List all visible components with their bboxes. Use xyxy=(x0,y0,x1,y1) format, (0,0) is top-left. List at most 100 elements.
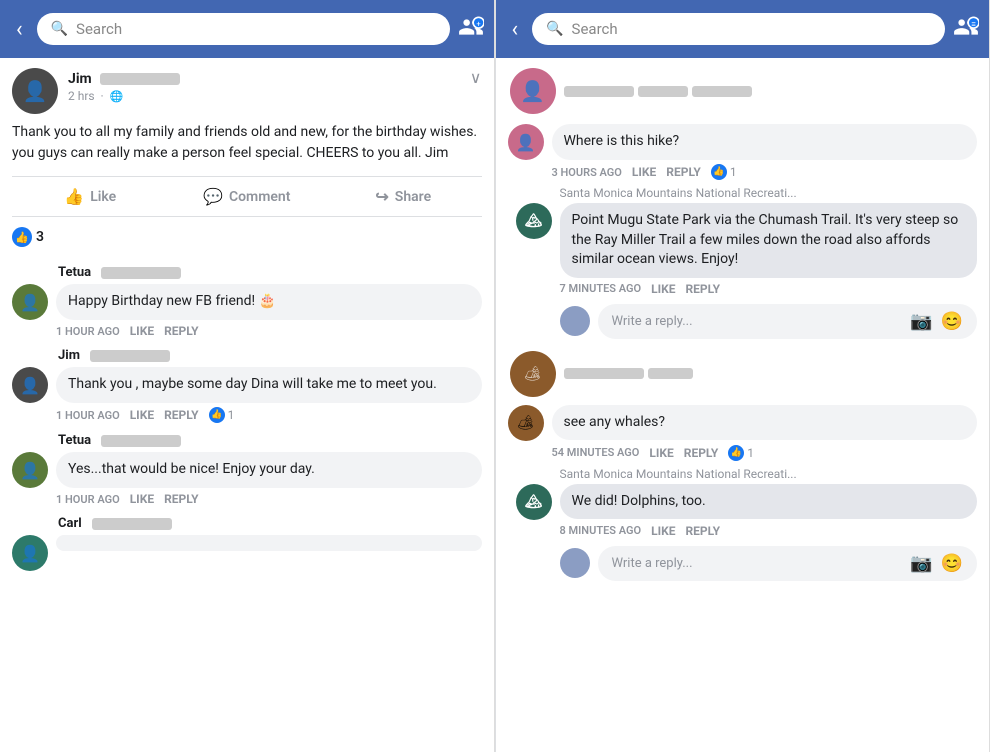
left-back-button[interactable]: ‹ xyxy=(10,13,29,46)
thread-2-reply-input[interactable]: Write a reply... 📷 😊 xyxy=(598,546,978,581)
thread-1-reply-avatar xyxy=(560,306,590,336)
thread-1-comment-2-meta: 7 MINUTES AGO LIKE REPLY xyxy=(508,282,978,296)
comment-1-like-action[interactable]: LIKE xyxy=(130,324,154,338)
comment-1-author: Tetua xyxy=(58,265,91,280)
camera-icon[interactable]: 📷 xyxy=(910,311,932,332)
thread-1-comment-1-avatar: 👤 xyxy=(508,124,544,160)
thread-2-camera-icon[interactable]: 📷 xyxy=(910,553,932,574)
emoji-icon[interactable]: 😊 xyxy=(941,311,963,332)
like-button[interactable]: 👍 Like xyxy=(12,181,169,212)
comment-3-time: 1 HOUR AGO xyxy=(56,493,120,506)
right-top-redacted-row xyxy=(564,86,752,97)
right-top-redacted-3 xyxy=(692,86,752,97)
comment-1-name-row: Tetua xyxy=(12,265,482,280)
comment-group-3: Tetua 👤 Yes...that would be nice! Enjoy … xyxy=(12,433,482,506)
comment-4-author: Carl xyxy=(58,516,82,531)
left-search-bar[interactable]: 🔍 Search xyxy=(37,13,450,45)
comment-4-name-row: Carl xyxy=(12,516,482,531)
right-friend-icon[interactable]: ≡ xyxy=(953,14,979,45)
thread-2-comment-2-reply[interactable]: REPLY xyxy=(685,524,720,538)
thread-2-redacted-2 xyxy=(648,368,693,379)
right-header: ‹ 🔍 Search ≡ xyxy=(496,0,990,58)
comment-3-text: Yes...that would be nice! Enjoy your day… xyxy=(68,461,315,477)
post-author-info: Jim 2 hrs · 🌐 xyxy=(68,68,460,103)
comment-group-1: Tetua 👤 Happy Birthday new FB friend! 🎂 … xyxy=(12,265,482,338)
thread-2-comment-1-like[interactable]: LIKE xyxy=(649,446,673,460)
left-content: 👤 Jim 2 hrs · 🌐 ∨ Thank you to all my fa… xyxy=(0,58,494,752)
comment-2-like-circle: 👍 xyxy=(209,407,225,423)
left-friend-icon[interactable]: + xyxy=(458,14,484,45)
post-text: Thank you to all my family and friends o… xyxy=(12,122,482,164)
right-top-user-info xyxy=(564,86,752,97)
comment-4-author-redacted xyxy=(92,518,172,530)
comment-2-reply-action[interactable]: REPLY xyxy=(164,408,199,422)
comment-3-bubble: Yes...that would be nice! Enjoy your day… xyxy=(56,452,482,488)
thread-2-comment-2-like[interactable]: LIKE xyxy=(651,524,675,538)
thread-1-comment-1-meta: 3 HOURS AGO LIKE REPLY 👍 1 xyxy=(508,164,978,180)
comment-1-bubble: Happy Birthday new FB friend! 🎂 xyxy=(56,284,482,320)
thread-2-comment-2-meta: 8 MINUTES AGO LIKE REPLY xyxy=(508,524,978,538)
comment-1-meta: 1 HOUR AGO LIKE REPLY xyxy=(12,324,482,338)
thread-2-comment-1-text: see any whales? xyxy=(564,414,666,430)
post-privacy-icon: 🌐 xyxy=(110,90,124,103)
comment-2-bubble: Thank you , maybe some day Dina will tak… xyxy=(56,367,482,403)
thread-1-comment-1-like[interactable]: LIKE xyxy=(632,165,656,179)
comment-3-like-action[interactable]: LIKE xyxy=(130,492,154,506)
right-search-icon: 🔍 xyxy=(546,21,563,37)
comment-3-avatar: 👤 xyxy=(12,452,48,488)
thread-1-comment-2-reply[interactable]: REPLY xyxy=(685,282,720,296)
right-search-bar[interactable]: 🔍 Search xyxy=(532,13,945,45)
post-time: 2 hrs xyxy=(68,89,95,103)
comment-1-text: Happy Birthday new FB friend! 🎂 xyxy=(68,293,276,309)
right-back-button[interactable]: ‹ xyxy=(506,13,525,46)
thread-2-comment-1-avatar: 🏕 xyxy=(508,405,544,441)
comment-3-reply-action[interactable]: REPLY xyxy=(164,492,199,506)
comment-4-bubble xyxy=(56,535,482,551)
thread-2-comment-1-row: 🏕 see any whales? xyxy=(508,405,978,441)
post-author-name: Jim xyxy=(68,68,460,87)
comment-2-text: Thank you , maybe some day Dina will tak… xyxy=(68,376,437,392)
reaction-count: 3 xyxy=(36,229,44,245)
thread-1-comment-2-like[interactable]: LIKE xyxy=(651,282,675,296)
thread-1-comment-1-reply[interactable]: REPLY xyxy=(666,165,701,179)
right-panel: ‹ 🔍 Search ≡ 👤 xyxy=(496,0,990,752)
comment-3-name-row: Tetua xyxy=(12,433,482,448)
comment-2-author-redacted xyxy=(90,350,170,362)
post-dropdown-icon[interactable]: ∨ xyxy=(470,68,482,87)
comment-1-reply-action[interactable]: REPLY xyxy=(164,324,199,338)
thread-2-emoji-icon[interactable]: 😊 xyxy=(941,553,963,574)
thread-1-reply-input[interactable]: Write a reply... 📷 😊 xyxy=(598,304,978,339)
thread-2-comment-1-like-row: 👍 1 xyxy=(728,445,754,461)
share-button[interactable]: ↪ Share xyxy=(325,181,482,212)
svg-text:+: + xyxy=(476,19,480,28)
post-author-row: 👤 Jim 2 hrs · 🌐 ∨ xyxy=(12,68,482,114)
comment-3-author: Tetua xyxy=(58,433,91,448)
left-header: ‹ 🔍 Search + xyxy=(0,0,494,58)
thread-1-comment-1-like-row: 👍 1 xyxy=(711,164,737,180)
comment-button[interactable]: 💬 Comment xyxy=(169,181,326,212)
comment-2-like-count-row: 👍 1 xyxy=(209,407,235,423)
comment-3-author-redacted xyxy=(101,435,181,447)
comment-icon: 💬 xyxy=(203,187,223,206)
comment-2-avatar: 👤 xyxy=(12,367,48,403)
thread-2-comment-1-reply[interactable]: REPLY xyxy=(684,446,719,460)
right-content: 👤 👤 Where is this hike? 3 xyxy=(496,58,990,752)
thread-1-reply-icons: 📷 😊 xyxy=(910,311,963,332)
comment-2-name-row: Jim xyxy=(12,348,482,363)
svg-text:≡: ≡ xyxy=(971,19,976,28)
right-top-redacted-2 xyxy=(638,86,688,97)
comment-2-like-action[interactable]: LIKE xyxy=(130,408,154,422)
share-icon: ↪ xyxy=(375,187,388,206)
comment-group-2: Jim 👤 Thank you , maybe some day Dina wi… xyxy=(12,348,482,423)
comment-2-like-count: 1 xyxy=(228,408,235,422)
thread-2-reply-icons: 📷 😊 xyxy=(910,553,963,574)
thread-1-reply-row: Write a reply... 📷 😊 xyxy=(508,304,978,339)
thread-1-comment-1-time: 3 HOURS AGO xyxy=(552,166,622,179)
like-label: Like xyxy=(90,189,116,205)
comment-group-4: Carl 👤 xyxy=(12,516,482,571)
thread-2-page-name: Santa Monica Mountains National Recreati… xyxy=(508,467,978,481)
share-label: Share xyxy=(395,189,431,205)
thread-2-comment-1-like-circle: 👍 xyxy=(728,445,744,461)
thread-1-comment-1-like-circle: 👍 xyxy=(711,164,727,180)
comment-2-row: 👤 Thank you , maybe some day Dina will t… xyxy=(12,367,482,403)
